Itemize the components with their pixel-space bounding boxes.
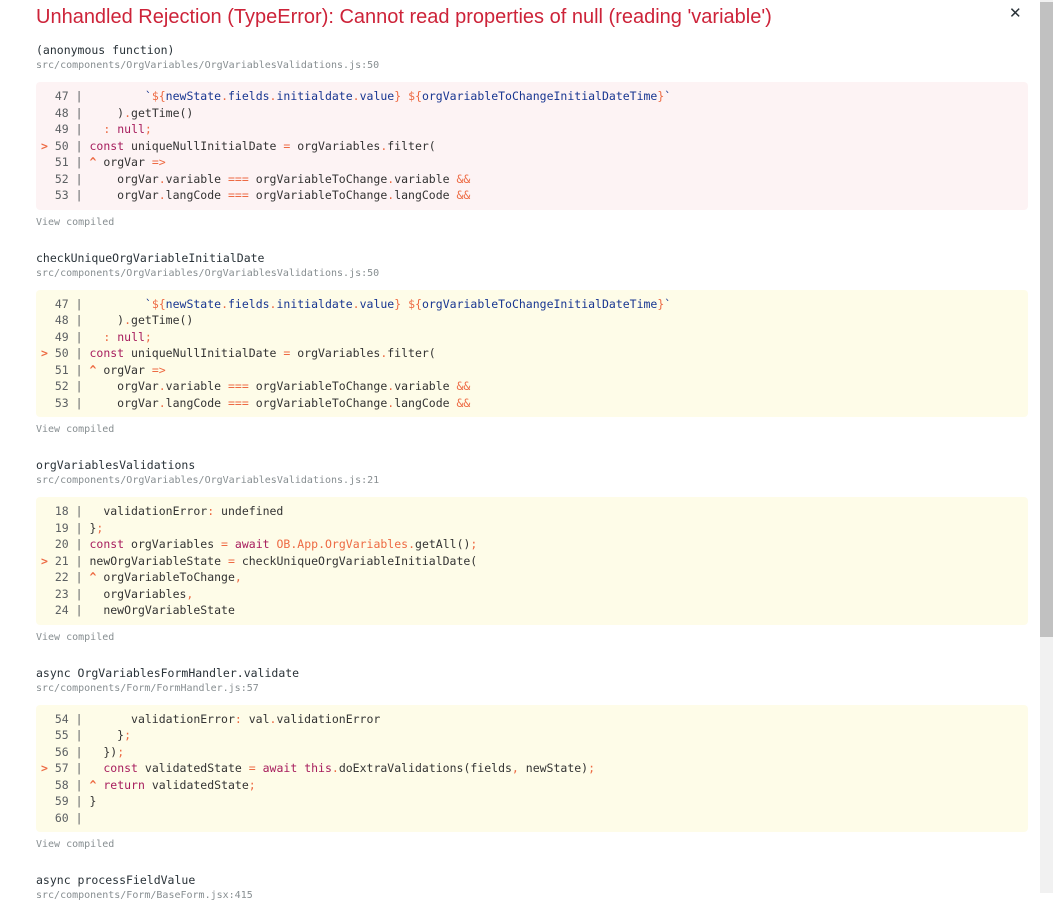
frame-function-name: async OrgVariablesFormHandler.validate bbox=[36, 665, 300, 680]
frame-function-name: (anonymous function) bbox=[36, 43, 175, 57]
stack-frame: async processFieldValue src/components/F… bbox=[36, 874, 1028, 901]
view-compiled-link[interactable]: View compiled bbox=[36, 839, 114, 850]
scrollbar-thumb[interactable] bbox=[1040, 2, 1053, 637]
view-compiled-link[interactable]: View compiled bbox=[36, 632, 114, 643]
code-line: 20 | const orgVariables = await OB.App.O… bbox=[47, 537, 478, 551]
code-frame: 18 | validationError: undefined 19 | }; … bbox=[36, 497, 1028, 625]
code-line: > 50 | const uniqueNullInitialDate = org… bbox=[41, 138, 436, 153]
code-line: 59 | } bbox=[47, 794, 97, 808]
code-line: 60 | bbox=[47, 810, 90, 825]
code-frame: 54 | validationError: val.validationErro… bbox=[36, 704, 1028, 832]
code-line: 24 | newOrgVariableState bbox=[47, 603, 235, 617]
code-line: 55 | }; bbox=[47, 728, 132, 742]
view-compiled-link[interactable]: View compiled bbox=[36, 217, 114, 228]
code-line: 53 | orgVar.langCode === orgVariableToCh… bbox=[47, 395, 471, 410]
code-frame: 47 | `${newState.fields.initialdate.valu… bbox=[36, 82, 1028, 210]
stack-frame: async OrgVariablesFormHandler.validate s… bbox=[36, 667, 1028, 853]
frame-source-location: src/components/OrgVariables/OrgVariables… bbox=[36, 60, 380, 71]
code-line: > 21 | newOrgVariableState = checkUnique… bbox=[41, 553, 478, 568]
code-line: 54 | validationError: val.validationErro… bbox=[47, 711, 381, 726]
code-line: 49 | : null; bbox=[47, 122, 152, 136]
code-line: 19 | }; bbox=[47, 520, 104, 535]
code-line: 18 | validationError: undefined bbox=[47, 504, 284, 518]
frame-source-location: src/components/Form/FormHandler.js:57 bbox=[36, 682, 259, 694]
scrollbar-track[interactable] bbox=[1040, 0, 1053, 893]
code-line: 52 | orgVar.variable === orgVariableToCh… bbox=[47, 379, 471, 393]
frame-source-location: src/components/OrgVariables/OrgVariables… bbox=[36, 475, 380, 486]
code-line: 53 | orgVar.langCode === orgVariableToCh… bbox=[47, 188, 471, 202]
frame-function-name: async processFieldValue bbox=[36, 873, 196, 887]
frame-source-location: src/components/Form/BaseForm.jsx:415 bbox=[36, 890, 253, 901]
code-line: 48 | ).getTime() bbox=[47, 105, 194, 120]
code-line: 47 | `${newState.fields.initialdate.valu… bbox=[47, 296, 672, 311]
frame-function-name: checkUniqueOrgVariableInitialDate bbox=[36, 250, 265, 265]
error-overlay: Unhandled Rejection (TypeError): Cannot … bbox=[0, 0, 1064, 901]
code-line: 52 | orgVar.variable === orgVariableToCh… bbox=[47, 171, 471, 186]
code-line: > 50 | const uniqueNullInitialDate = org… bbox=[41, 346, 436, 360]
code-line: 51 | ^ orgVar => bbox=[47, 155, 166, 169]
close-icon[interactable]: ✕ bbox=[1003, 4, 1028, 22]
code-line: > 57 | const validatedState = await this… bbox=[41, 761, 596, 775]
code-line: 47 | `${newState.fields.initialdate.valu… bbox=[47, 89, 672, 103]
stack-frame: orgVariablesValidations src/components/O… bbox=[36, 459, 1028, 645]
code-line: 22 | ^ orgVariableToChange, bbox=[47, 570, 242, 584]
code-frame: 47 | `${newState.fields.initialdate.valu… bbox=[36, 289, 1028, 417]
code-line: 49 | : null; bbox=[47, 329, 152, 344]
view-compiled-link[interactable]: View compiled bbox=[36, 424, 114, 435]
code-line: 58 | ^ return validatedState; bbox=[47, 777, 256, 792]
code-line: 56 | }); bbox=[47, 744, 125, 759]
error-title: Unhandled Rejection (TypeError): Cannot … bbox=[36, 6, 772, 28]
code-line: 51 | ^ orgVar => bbox=[47, 362, 166, 377]
stack-frame: checkUniqueOrgVariableInitialDate src/co… bbox=[36, 252, 1028, 438]
frame-function-name: orgVariablesValidations bbox=[36, 458, 196, 472]
stack-frame: (anonymous function) src/components/OrgV… bbox=[36, 44, 1028, 230]
frame-source-location: src/components/OrgVariables/OrgVariables… bbox=[36, 267, 380, 279]
code-line: 23 | orgVariables, bbox=[47, 586, 194, 601]
code-line: 48 | ).getTime() bbox=[47, 313, 194, 327]
